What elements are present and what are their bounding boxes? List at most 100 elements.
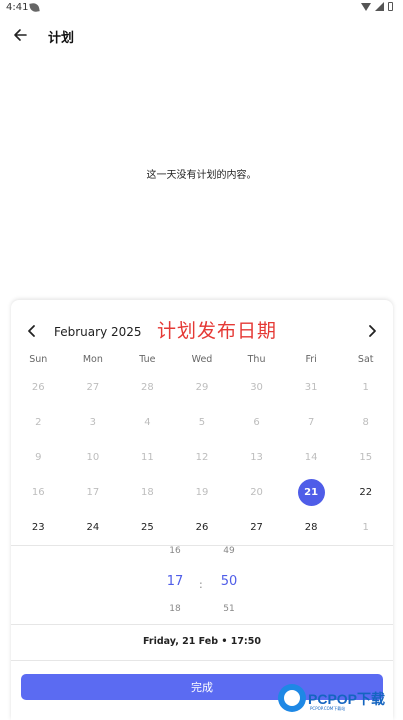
day-number: 21 [297,479,325,506]
day-cell: 27 [66,370,121,405]
divider [11,660,393,661]
hour-wheel[interactable]: 16 17 18 [155,546,195,618]
day-cell: 13 [229,440,284,475]
day-number: 26 [195,522,209,533]
weekday-label: Tue [139,354,156,365]
status-bar: 4:41 [0,0,403,16]
day-cell: 18 [120,475,175,510]
day-number: 30 [250,382,263,393]
day-number: 3 [89,417,97,428]
day-cell: 7 [284,405,339,440]
day-cell[interactable]: 26 [175,510,230,545]
day-cell: 17 [66,475,121,510]
status-time: 4:41 [6,2,29,13]
empty-message: 这一天没有计划的内容。 [146,170,257,181]
chevron-left-icon[interactable] [25,324,39,338]
minute-next[interactable]: 51 [209,604,249,618]
day-cell: 15 [338,440,393,475]
day-number: 10 [86,452,100,463]
day-number: 2 [35,417,42,428]
day-cell: 14 [284,440,339,475]
day-cell[interactable]: 22 [338,475,393,510]
back-button[interactable] [9,24,31,46]
day-cell: 28 [120,370,175,405]
signal-icon [375,2,384,11]
time-picker: 16 17 18 : 49 50 51 [11,546,393,626]
day-number: 15 [359,452,373,463]
day-cell: 5 [175,405,230,440]
day-number: 25 [141,522,154,533]
day-cell[interactable]: 25 [120,510,175,545]
selected-datetime-summary: Friday, 21 Feb • 17:50 [143,636,261,647]
day-number: 11 [141,452,154,463]
day-cell: 2 [11,405,66,440]
day-number: 29 [195,382,209,393]
day-number: 1 [362,382,369,393]
time-separator: : [199,578,203,591]
day-number: 16 [31,487,45,498]
day-cell: 31 [284,370,339,405]
month-label: February 2025 [54,325,142,339]
weekday-label: Sat [357,354,374,365]
day-cell: 9 [11,440,66,475]
day-number: 20 [250,487,263,498]
day-number: 23 [31,522,45,533]
day-cell: 4 [120,405,175,440]
day-cell: 10 [66,440,121,475]
day-number: 5 [198,417,206,428]
hour-selected[interactable]: 17 [155,570,195,594]
day-cell[interactable]: 28 [284,510,339,545]
day-cell-selected[interactable]: 21 [284,475,339,510]
day-cell: 11 [120,440,175,475]
hour-next[interactable]: 18 [155,604,195,618]
day-number: 18 [141,487,154,498]
day-cell: 19 [175,475,230,510]
leaf-icon [29,2,40,13]
weekday-label: Thu [247,354,266,365]
day-cell: 8 [338,405,393,440]
watermark-logo: PCPOP下载 PCPOP.COM下载站 [278,682,403,720]
day-cell: 20 [229,475,284,510]
hour-prev[interactable]: 16 [155,546,195,560]
day-cell: 3 [66,405,121,440]
day-cell: 16 [11,475,66,510]
day-number: 31 [304,382,318,393]
status-icons [361,2,393,11]
day-number: 8 [362,417,369,428]
day-cell: 1 [338,510,393,545]
day-number: 13 [250,452,263,463]
weekday-label: Mon [82,354,103,365]
day-cell: 1 [338,370,393,405]
date-time-picker-sheet: February 2025 计划发布日期 Sun Mon Tue Wed Thu Fri S… [11,300,393,720]
day-grid: 26 27 28 29 30 31 1 2 3 4 5 6 7 8 9 10 11 12 13 14 15 16 17 18 1… [11,370,393,545]
day-number: 7 [307,417,315,428]
overlay-caption: 计划发布日期 [157,320,278,342]
day-cell: 30 [229,370,284,405]
battery-icon [388,2,393,11]
day-number: 28 [304,522,318,533]
chevron-right-icon[interactable] [365,324,379,338]
app-bar: 计划 [0,20,403,52]
day-number: 14 [304,452,318,463]
arrow-left-icon [14,29,27,41]
minute-selected[interactable]: 50 [209,570,249,594]
day-number: 27 [86,382,100,393]
day-number: 6 [253,417,260,428]
page-title: 计划 [48,31,75,46]
day-number: 26 [31,382,45,393]
day-cell[interactable]: 24 [66,510,121,545]
watermark-sub: PCPOP.COM下载站 [310,706,346,711]
weekday-label: Fri [305,354,317,365]
day-number: 19 [195,487,209,498]
minute-wheel[interactable]: 49 50 51 [209,546,249,618]
minute-prev[interactable]: 49 [209,546,249,560]
calendar-header: February 2025 计划发布日期 [11,314,393,348]
day-cell: 12 [175,440,230,475]
day-number: 24 [86,522,100,533]
day-number: 22 [359,487,373,498]
divider [11,624,393,625]
day-cell[interactable]: 23 [11,510,66,545]
day-cell[interactable]: 27 [229,510,284,545]
day-number: 9 [35,452,42,463]
day-cell: 29 [175,370,230,405]
